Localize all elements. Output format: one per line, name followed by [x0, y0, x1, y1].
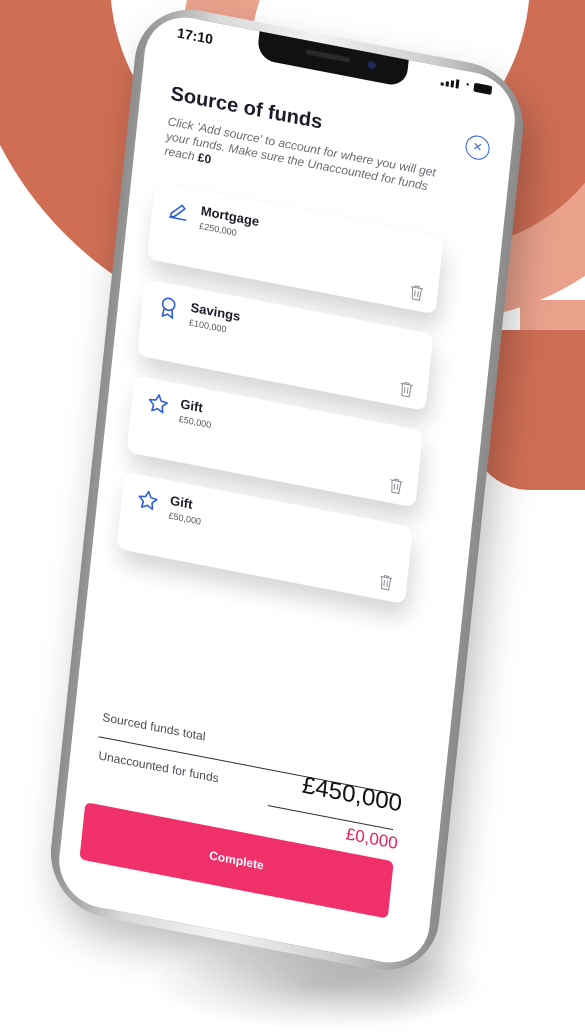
sourced-funds-total: £450,000: [300, 771, 404, 818]
front-camera: [367, 60, 377, 70]
source-name: Gift: [169, 492, 194, 512]
marketing-stage: 17:10 ◔ × Source of funds Click 'Add sou…: [0, 0, 585, 1034]
wifi-icon: ◔: [462, 78, 471, 92]
star-icon: [138, 490, 158, 511]
trash-icon[interactable]: [398, 380, 414, 398]
source-amount: £50,000: [178, 413, 212, 431]
signal-icon: [440, 76, 460, 89]
award-icon: [161, 297, 176, 319]
close-button[interactable]: ×: [464, 133, 491, 162]
speaker-grille: [305, 49, 351, 63]
star-icon: [148, 394, 168, 414]
source-name: Gift: [179, 396, 204, 416]
source-amount: £50,000: [168, 510, 202, 527]
edit-icon: [169, 204, 187, 221]
battery-icon: [473, 82, 493, 95]
trash-icon[interactable]: [388, 477, 404, 495]
phone-screen: 17:10 ◔ × Source of funds Click 'Add sou…: [54, 9, 520, 971]
close-icon: ×: [472, 137, 483, 157]
status-time: 17:10: [176, 24, 214, 48]
subtitle-bold-amount: £0: [197, 150, 212, 167]
trash-icon[interactable]: [409, 284, 425, 302]
sourced-funds-label: Sourced funds total: [101, 710, 207, 744]
unaccounted-funds-label: Unaccounted for funds: [97, 748, 220, 786]
status-icons: ◔: [440, 75, 493, 95]
trash-icon[interactable]: [378, 573, 394, 591]
